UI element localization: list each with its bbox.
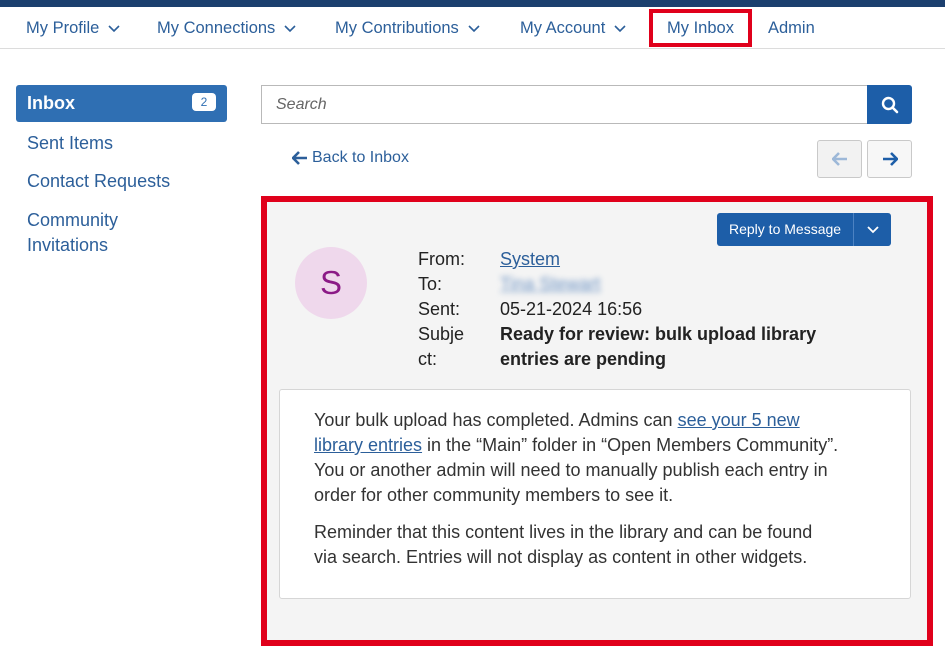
nav-my-account[interactable]: My Account	[520, 7, 626, 49]
subject-label-line1: Subje	[418, 324, 465, 344]
inbox-sidebar: Inbox 2 Sent Items Contact Requests Comm…	[16, 85, 227, 258]
unread-count-badge: 2	[192, 93, 216, 111]
body-text: in the “Main” folder in “Open Members Co…	[422, 435, 839, 455]
sidebar-item-contact-requests[interactable]: Contact Requests	[16, 169, 227, 194]
new-entries-link[interactable]: see your 5 new	[678, 410, 800, 430]
main-nav: My Profile My Connections My Contributio…	[0, 7, 945, 49]
chevron-down-icon	[866, 225, 879, 233]
back-to-inbox-link[interactable]: Back to Inbox	[292, 147, 409, 169]
subject-label-line2: ct:	[418, 349, 438, 369]
sender-avatar: S	[295, 247, 367, 319]
nav-label: My Profile	[26, 19, 100, 37]
body-line: via search. Entries will not display as …	[314, 547, 808, 567]
reply-to-message-button[interactable]: Reply to Message	[717, 213, 854, 246]
to-label: To:	[418, 274, 443, 294]
arrow-left-icon	[831, 152, 847, 166]
search-icon	[881, 96, 898, 113]
body-paragraph-2: Reminder that this content lives in the …	[314, 520, 889, 570]
arrow-right-icon	[882, 152, 898, 166]
body-line: Your bulk upload has completed. Admins c…	[314, 408, 889, 433]
sidebar-item-label: Inbox	[27, 93, 75, 113]
from-value: System	[500, 247, 560, 272]
nav-label: My Contributions	[335, 19, 459, 37]
body-paragraph-1: Your bulk upload has completed. Admins c…	[314, 408, 889, 508]
nav-admin[interactable]: Admin	[768, 7, 815, 49]
nav-my-inbox[interactable]: My Inbox	[649, 9, 752, 47]
nav-my-connections[interactable]: My Connections	[157, 7, 296, 49]
next-message-button[interactable]	[867, 140, 912, 178]
search-button[interactable]	[867, 85, 912, 124]
subject-value-line1: Ready for review: bulk upload library	[500, 324, 817, 344]
body-line: Reminder that this content lives in the …	[314, 522, 813, 542]
nav-label: My Account	[520, 19, 606, 37]
reply-button-group: Reply to Message	[717, 213, 892, 246]
subject-value-line2: entries are pending	[500, 349, 667, 369]
sent-label: Sent:	[418, 299, 461, 319]
reply-options-button[interactable]	[853, 213, 892, 246]
chevron-down-icon	[108, 25, 120, 32]
back-to-inbox-label: Back to Inbox	[312, 149, 409, 166]
nav-my-contributions[interactable]: My Contributions	[335, 7, 480, 49]
to-value: Tina Stewart	[500, 272, 600, 297]
from-label: From:	[418, 249, 465, 269]
nav-label: My Inbox	[667, 19, 734, 37]
search-bar	[261, 85, 912, 124]
message-body: Your bulk upload has completed. Admins c…	[279, 389, 911, 599]
nav-label: My Connections	[157, 19, 276, 37]
sent-value: 05-21-2024 16:56	[500, 299, 643, 319]
sender-link[interactable]: System	[500, 249, 560, 269]
chevron-down-icon	[614, 25, 626, 32]
top-banner	[0, 0, 945, 7]
search-input[interactable]	[261, 85, 868, 124]
body-line: library entries in the “Main” folder in …	[314, 433, 889, 458]
nav-my-profile[interactable]: My Profile	[26, 7, 120, 49]
body-text: Your bulk upload has completed. Admins c…	[314, 410, 678, 430]
nav-label: Admin	[768, 19, 815, 37]
body-line: order for other community members to see…	[314, 485, 674, 505]
chevron-down-icon	[468, 25, 480, 32]
arrow-left-icon	[292, 151, 307, 165]
new-entries-link-cont[interactable]: library entries	[314, 435, 422, 455]
recipient-link[interactable]: Tina Stewart	[500, 272, 600, 297]
sidebar-item-sent-items[interactable]: Sent Items	[16, 131, 227, 156]
previous-message-button[interactable]	[817, 140, 862, 178]
body-line: You or another admin will need to manual…	[314, 460, 828, 480]
sidebar-item-inbox[interactable]: Inbox 2	[16, 85, 227, 122]
sidebar-item-community-invitations[interactable]: Community Invitations	[16, 208, 166, 258]
chevron-down-icon	[284, 25, 296, 32]
